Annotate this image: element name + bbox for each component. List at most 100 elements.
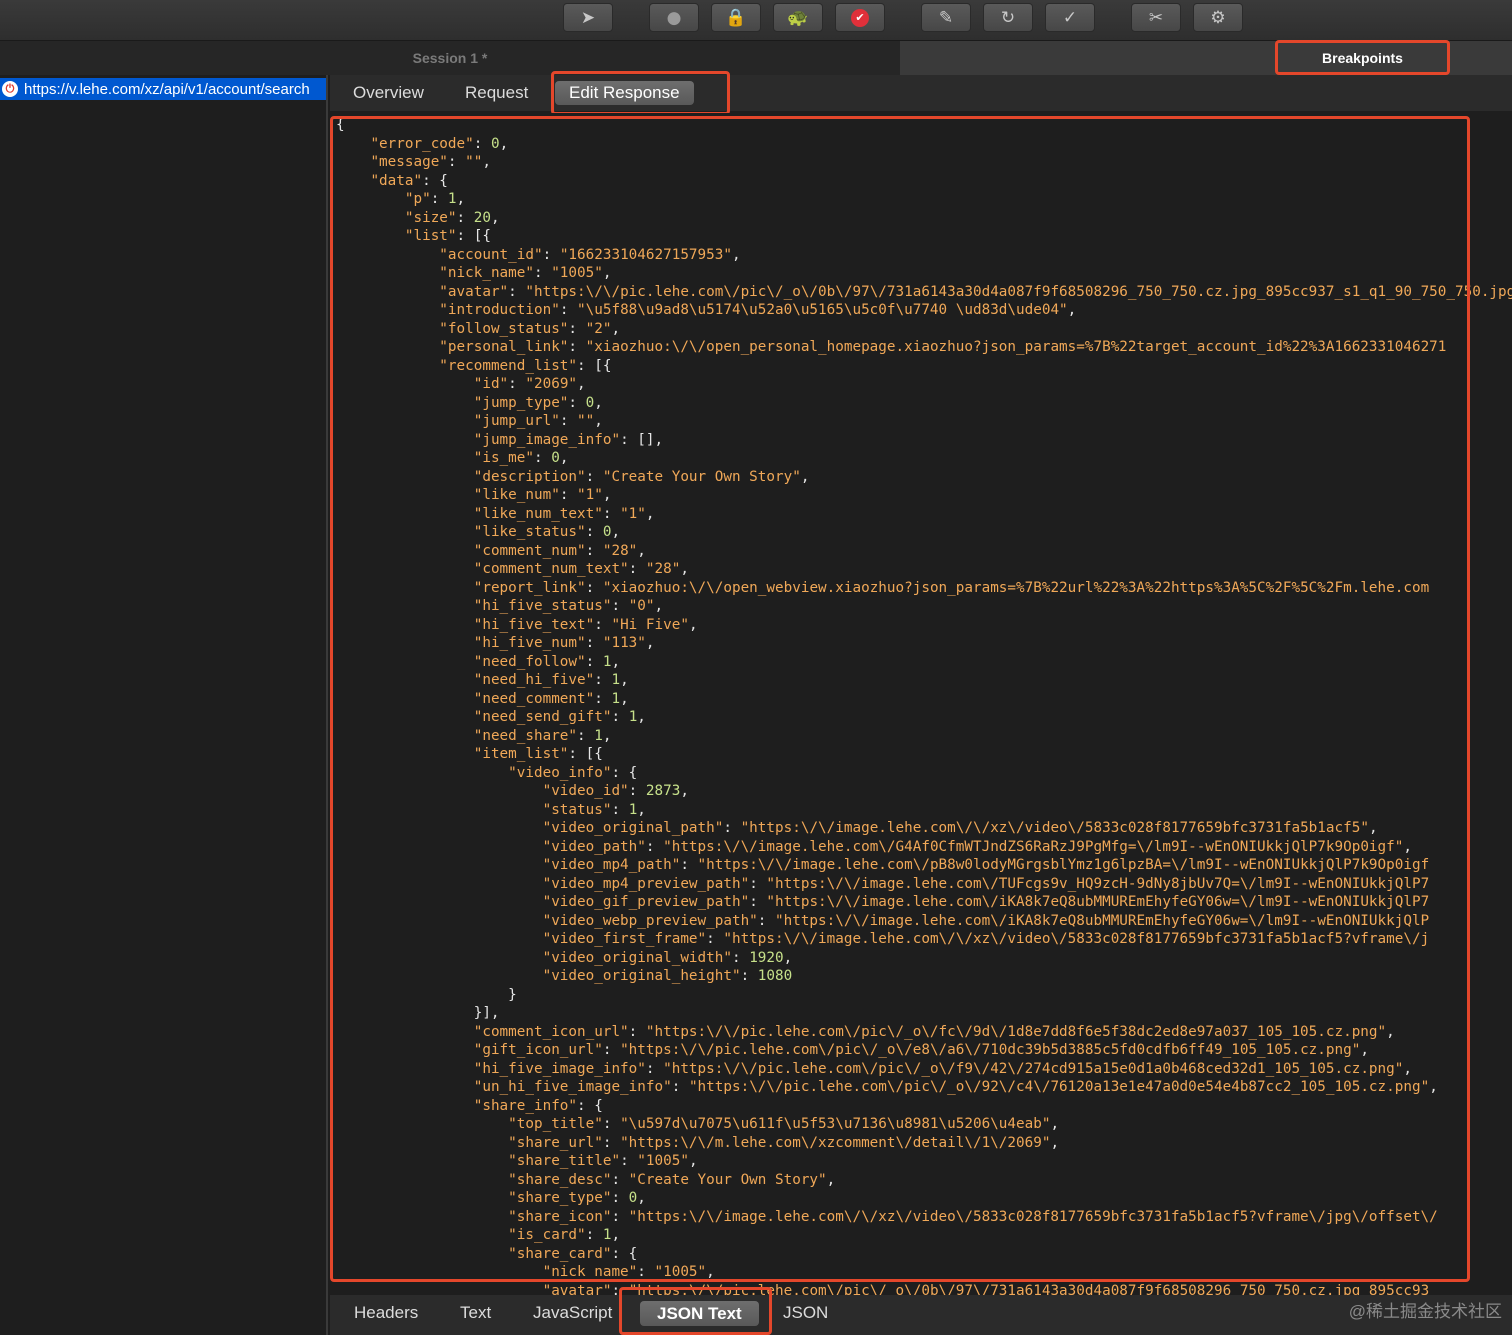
sidebar-item-url: https://v.lehe.com/xz/api/v1/account/sea…: [24, 80, 310, 98]
code-line: "nick_name": "1005",: [542, 1264, 715, 1280]
breakpoints-tab[interactable]: Breakpoints: [1275, 40, 1450, 75]
tab-headers[interactable]: Headers: [354, 1303, 418, 1323]
code-line: "need_comment": 1,: [473, 690, 629, 707]
code-line: "is_card": 1,: [508, 1227, 621, 1243]
code-line: "personal_link": "xiaozhuo:\/\/open_pers…: [439, 339, 1447, 355]
code-line: "description": "Create Your Own Story",: [473, 468, 810, 485]
code-line: "share_icon": "https:\/\/image.lehe.com\…: [508, 1208, 1438, 1225]
code-line: "comment_num_text": "28",: [473, 561, 689, 577]
tab-javascript[interactable]: JavaScript: [533, 1303, 612, 1323]
validate-check-button[interactable]: ✓: [1045, 3, 1095, 32]
response-view-tabs: Headers Text JavaScript JSON Text JSON @…: [330, 1295, 1512, 1335]
code-line: "video_id": 2873,: [542, 783, 689, 799]
code-line: "introduction": "\u5f88\u9ad8\u5174\u52a…: [439, 302, 1077, 318]
record-icon: ●: [666, 7, 682, 28]
code-line: "share_type": 0,: [508, 1190, 646, 1206]
code-line: "status": 1,: [542, 801, 646, 818]
code-line: }],: [336, 1005, 500, 1021]
code-line: "item_list": [{: [473, 746, 603, 762]
breakpoint-stop-button[interactable]: ✔: [835, 3, 885, 32]
code-line: "video_mp4_preview_path": "https:\/\/ima…: [542, 875, 1430, 892]
edit-pen-icon: ✎: [938, 7, 954, 28]
sidebar: ⏻ https://v.lehe.com/xz/api/v1/account/s…: [0, 75, 328, 1335]
code-line: "nick_name": "1005",: [439, 265, 612, 281]
code-line: "video_info": {: [508, 764, 638, 781]
ssl-lock-icon: 🔒: [725, 7, 747, 28]
code-line: {: [336, 117, 345, 133]
code-line: "need_send_gift": 1,: [473, 709, 646, 725]
code-line: "recommend_list": [{: [439, 357, 612, 374]
code-line: "share_title": "1005",: [508, 1153, 698, 1169]
code-line: "size": 20,: [404, 209, 500, 226]
code-line: "p": 1,: [404, 191, 466, 207]
code-line: "id": "2069",: [473, 376, 586, 392]
throttle-turtle-button[interactable]: 🐢: [773, 3, 823, 32]
response-editor[interactable]: { "error_code": 0, "message": "", "data"…: [330, 113, 1512, 1295]
code-line: "like_num": "1",: [473, 487, 612, 503]
pointer-icon: ➤: [580, 7, 596, 28]
code-line: "share_info": {: [473, 1097, 603, 1114]
tools-icon: ✂: [1148, 7, 1164, 28]
code-line: "avatar": "https:\/\/pic.lehe.com\/pic\/…: [439, 283, 1512, 300]
code-line: "data": {: [370, 172, 448, 189]
edit-pen-button[interactable]: ✎: [921, 3, 971, 32]
repeat-icon: ↻: [1000, 7, 1016, 28]
code-line: "comment_icon_url": "https:\/\/pic.lehe.…: [473, 1023, 1395, 1040]
tab-overview[interactable]: Overview: [353, 83, 424, 103]
code-line: "report_link": "xiaozhuo:\/\/open_webvie…: [473, 579, 1430, 596]
tools-button[interactable]: ✂: [1131, 3, 1181, 32]
code-line: "jump_type": 0,: [473, 394, 603, 411]
detail-tabs: Overview Request Edit Response: [330, 75, 1512, 111]
code-line: "avatar": "https:\/\/pic.lehe.com\/pic\/…: [542, 1282, 1430, 1296]
code-line: "video_original_height": 1080: [542, 968, 793, 984]
tab-request[interactable]: Request: [465, 83, 528, 103]
code-line: "message": "",: [370, 154, 491, 170]
tab-json-text[interactable]: JSON Text: [640, 1301, 759, 1326]
code-line: "is_me": 0,: [473, 450, 569, 466]
settings-gear-button[interactable]: ⚙: [1193, 3, 1243, 32]
code-line: "top_title": "\u597d\u7075\u611f\u5f53\u…: [508, 1116, 1060, 1132]
code-line: "follow_status": "2",: [439, 320, 621, 337]
pointer-button[interactable]: ➤: [563, 3, 613, 32]
code-line: "gift_icon_url": "https:\/\/pic.lehe.com…: [473, 1042, 1369, 1058]
code-line: "video_path": "https:\/\/image.lehe.com\…: [542, 838, 1412, 855]
settings-gear-icon: ⚙: [1210, 7, 1226, 28]
code-line: "need_follow": 1,: [473, 653, 621, 670]
code-line: "video_mp4_path": "https:\/\/image.lehe.…: [542, 857, 1430, 873]
code-line: "like_num_text": "1",: [473, 505, 655, 522]
code-line: "need_hi_five": 1,: [473, 672, 629, 688]
breakpoint-status-icon: ⏻: [2, 81, 18, 97]
breakpoint-stop-icon: ✔: [851, 8, 869, 27]
tab-json[interactable]: JSON: [783, 1303, 828, 1323]
code-line: "video_original_width": 1920,: [542, 949, 793, 966]
code-line: "share_desc": "Create Your Own Story",: [508, 1171, 836, 1188]
code-line: "video_first_frame": "https:\/\/image.le…: [542, 931, 1430, 947]
code-line: "video_gif_preview_path": "https:\/\/ima…: [542, 894, 1430, 910]
tab-edit-response[interactable]: Edit Response: [555, 81, 694, 105]
json-code[interactable]: { "error_code": 0, "message": "", "data"…: [330, 113, 1512, 1295]
code-line: "error_code": 0,: [370, 135, 509, 152]
code-line: "hi_five_num": "113",: [473, 635, 655, 651]
code-line: "jump_url": "",: [473, 413, 603, 429]
code-line: "need_share": 1,: [473, 727, 612, 744]
code-line: "hi_five_text": "Hi Five",: [473, 616, 698, 633]
repeat-button[interactable]: ↻: [983, 3, 1033, 32]
code-line: "video_webp_preview_path": "https:\/\/im…: [542, 912, 1430, 929]
session-tab[interactable]: Session 1 *: [0, 41, 900, 75]
code-line: "jump_image_info": [],: [473, 431, 664, 448]
ssl-lock-button[interactable]: 🔒: [711, 3, 761, 32]
code-line: "hi_five_status": "0",: [473, 598, 664, 614]
sidebar-item-request[interactable]: ⏻ https://v.lehe.com/xz/api/v1/account/s…: [0, 78, 326, 100]
watermark: @稀土掘金技术社区: [1348, 1302, 1502, 1321]
tab-text[interactable]: Text: [460, 1303, 491, 1323]
code-line: "account_id": "166233104627157953",: [439, 246, 741, 263]
code-line: "un_hi_five_image_info": "https:\/\/pic.…: [473, 1079, 1438, 1095]
code-line: "share_card": {: [508, 1245, 638, 1262]
code-line: "like_status": 0,: [473, 524, 621, 540]
code-line: "comment_num": "28",: [473, 542, 646, 559]
code-line: "hi_five_image_info": "https:\/\/pic.leh…: [473, 1060, 1412, 1077]
code-line: "video_original_path": "https:\/\/image.…: [542, 820, 1378, 836]
code-line: "share_url": "https:\/\/m.lehe.com\/xzco…: [508, 1134, 1060, 1151]
record-button[interactable]: ●: [649, 3, 699, 32]
throttle-turtle-icon: 🐢: [787, 7, 809, 28]
